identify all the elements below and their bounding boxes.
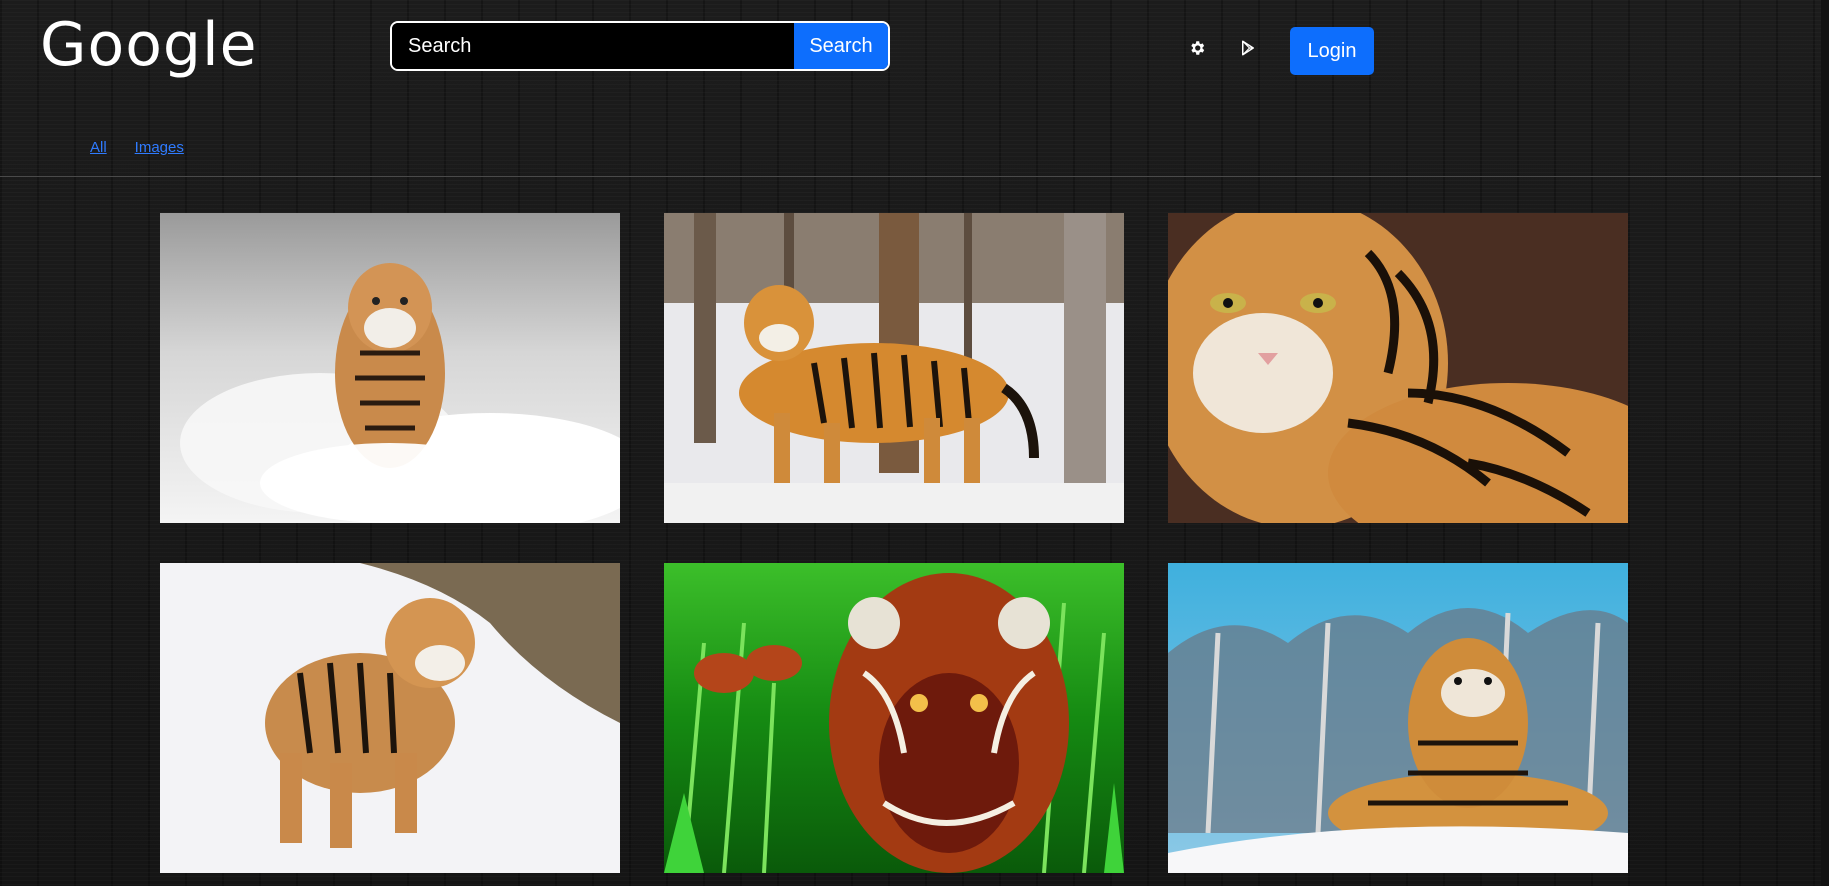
scrollbar[interactable] bbox=[1821, 0, 1829, 886]
image-result-tiger-walking-snow[interactable] bbox=[160, 563, 620, 873]
tiger-image bbox=[664, 563, 1124, 873]
tiger-image bbox=[1168, 213, 1628, 523]
search-bar: Search bbox=[390, 21, 890, 71]
play-store-icon[interactable] bbox=[1236, 36, 1260, 60]
tiger-image bbox=[160, 563, 620, 873]
image-result-tiger-lying-snow[interactable] bbox=[1168, 563, 1628, 873]
image-result-tiger-digital-art[interactable] bbox=[664, 563, 1124, 873]
image-result-tiger-running-snow[interactable] bbox=[160, 213, 620, 523]
google-logo[interactable]: Google bbox=[40, 10, 258, 80]
search-input[interactable] bbox=[392, 23, 794, 69]
image-result-tiger-face-closeup[interactable] bbox=[1168, 213, 1628, 523]
login-button[interactable]: Login bbox=[1290, 27, 1374, 75]
search-button[interactable]: Search bbox=[794, 23, 888, 69]
search-tabs: All Images bbox=[90, 139, 184, 156]
tiger-image bbox=[160, 213, 620, 523]
tab-all[interactable]: All bbox=[90, 139, 107, 156]
gear-icon[interactable] bbox=[1185, 36, 1209, 60]
tab-images[interactable]: Images bbox=[135, 139, 184, 156]
tiger-image bbox=[664, 213, 1124, 523]
image-result-tiger-snow-forest[interactable] bbox=[664, 213, 1124, 523]
tiger-image bbox=[1168, 563, 1628, 873]
header-divider bbox=[0, 176, 1829, 177]
